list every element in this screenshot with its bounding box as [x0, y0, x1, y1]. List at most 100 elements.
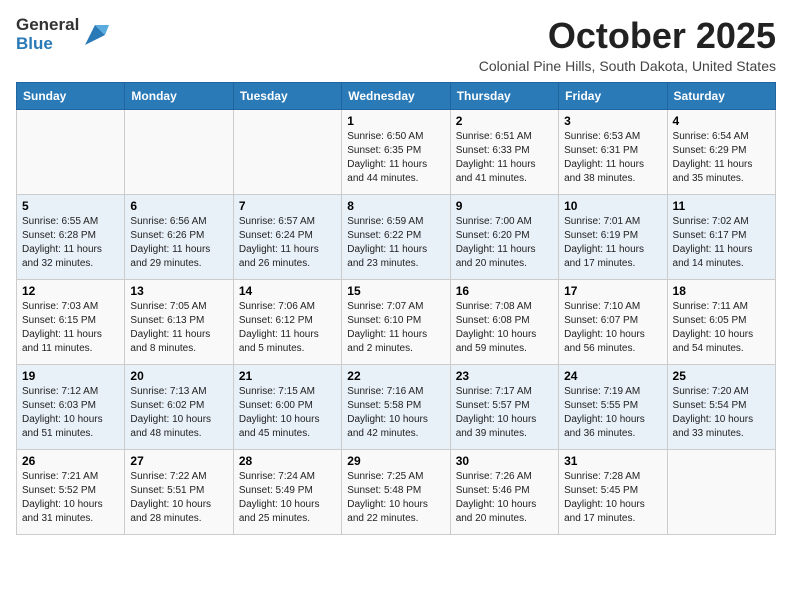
day-info: Sunrise: 6:56 AM Sunset: 6:26 PM Dayligh… — [130, 215, 227, 271]
calendar-cell: 19 Sunrise: 7:12 AM Sunset: 6:03 PM Dayli… — [17, 364, 125, 449]
calendar-cell: 1 Sunrise: 6:50 AM Sunset: 6:35 PM Daylig… — [342, 109, 450, 194]
calendar-cell: 16 Sunrise: 7:08 AM Sunset: 6:08 PM Dayli… — [450, 279, 558, 364]
day-number: 9 — [456, 199, 553, 213]
day-number: 27 — [130, 454, 227, 468]
calendar-cell: 13Sunrise: 7:05 AM Sunset: 6:13 PM Dayli… — [125, 279, 233, 364]
day-number: 16 — [456, 284, 553, 298]
day-number: 19 — [22, 369, 119, 383]
day-info: Sunrise: 6:54 AM Sunset: 6:29 PM Dayligh… — [673, 130, 770, 186]
calendar-cell: 24 Sunrise: 7:19 AM Sunset: 5:55 PM Dayli… — [559, 364, 667, 449]
calendar-cell: 23 Sunrise: 7:17 AM Sunset: 5:57 PM Dayli… — [450, 364, 558, 449]
calendar-week-4: 19 Sunrise: 7:12 AM Sunset: 6:03 PM Dayli… — [17, 364, 776, 449]
calendar-week-3: 12 Sunrise: 7:03 AM Sunset: 6:15 PM Dayli… — [17, 279, 776, 364]
day-info: Sunrise: 7:25 AM Sunset: 5:48 PM Dayligh… — [347, 470, 444, 526]
day-info: Sunrise: 6:57 AM Sunset: 6:24 PM Dayligh… — [239, 215, 336, 271]
weekday-header-row: SundayMondayTuesdayWednesdayThursdayFrid… — [17, 82, 776, 109]
day-number: 20 — [130, 369, 227, 383]
page-header: General Blue October 2025 Colonial Pine … — [16, 16, 776, 74]
day-info: Sunrise: 7:13 AM Sunset: 6:02 PM Dayligh… — [130, 385, 227, 441]
day-number: 10 — [564, 199, 661, 213]
day-number: 24 — [564, 369, 661, 383]
day-number: 21 — [239, 369, 336, 383]
calendar-cell: 26 Sunrise: 7:21 AM Sunset: 5:52 PM Dayli… — [17, 449, 125, 534]
calendar-week-5: 26 Sunrise: 7:21 AM Sunset: 5:52 PM Dayli… — [17, 449, 776, 534]
day-number: 1 — [347, 114, 444, 128]
day-info: Sunrise: 7:12 AM Sunset: 6:03 PM Dayligh… — [22, 385, 119, 441]
weekday-header-sunday: Sunday — [17, 82, 125, 109]
day-info: Sunrise: 7:15 AM Sunset: 6:00 PM Dayligh… — [239, 385, 336, 441]
day-info: Sunrise: 6:51 AM Sunset: 6:33 PM Dayligh… — [456, 130, 553, 186]
weekday-header-friday: Friday — [559, 82, 667, 109]
day-info: Sunrise: 7:19 AM Sunset: 5:55 PM Dayligh… — [564, 385, 661, 441]
calendar-cell: 28 Sunrise: 7:24 AM Sunset: 5:49 PM Dayli… — [233, 449, 341, 534]
day-number: 25 — [673, 369, 770, 383]
calendar-cell: 18 Sunrise: 7:11 AM Sunset: 6:05 PM Dayli… — [667, 279, 775, 364]
day-info: Sunrise: 7:02 AM Sunset: 6:17 PM Dayligh… — [673, 215, 770, 271]
day-number: 26 — [22, 454, 119, 468]
calendar-cell: 8 Sunrise: 6:59 AM Sunset: 6:22 PM Daylig… — [342, 194, 450, 279]
calendar-cell: 4Sunrise: 6:54 AM Sunset: 6:29 PM Daylig… — [667, 109, 775, 194]
weekday-header-monday: Monday — [125, 82, 233, 109]
day-number: 11 — [673, 199, 770, 213]
day-info: Sunrise: 6:53 AM Sunset: 6:31 PM Dayligh… — [564, 130, 661, 186]
logo: General Blue — [16, 16, 109, 53]
calendar-cell — [233, 109, 341, 194]
calendar-cell: 7 Sunrise: 6:57 AM Sunset: 6:24 PM Daylig… — [233, 194, 341, 279]
calendar-cell: 2 Sunrise: 6:51 AM Sunset: 6:33 PM Daylig… — [450, 109, 558, 194]
day-number: 8 — [347, 199, 444, 213]
day-info: Sunrise: 7:08 AM Sunset: 6:08 PM Dayligh… — [456, 300, 553, 356]
day-info: Sunrise: 7:28 AM Sunset: 5:45 PM Dayligh… — [564, 470, 661, 526]
calendar-cell: 15 Sunrise: 7:07 AM Sunset: 6:10 PM Dayli… — [342, 279, 450, 364]
calendar-cell: 3Sunrise: 6:53 AM Sunset: 6:31 PM Daylig… — [559, 109, 667, 194]
calendar-cell — [125, 109, 233, 194]
calendar-cell: 6 Sunrise: 6:56 AM Sunset: 6:26 PM Daylig… — [125, 194, 233, 279]
logo-general-text: General — [16, 16, 79, 35]
calendar-cell: 20 Sunrise: 7:13 AM Sunset: 6:02 PM Dayli… — [125, 364, 233, 449]
calendar-cell: 31 Sunrise: 7:28 AM Sunset: 5:45 PM Dayli… — [559, 449, 667, 534]
calendar-cell: 12 Sunrise: 7:03 AM Sunset: 6:15 PM Dayli… — [17, 279, 125, 364]
day-number: 2 — [456, 114, 553, 128]
day-number: 15 — [347, 284, 444, 298]
day-number: 7 — [239, 199, 336, 213]
day-info: Sunrise: 7:24 AM Sunset: 5:49 PM Dayligh… — [239, 470, 336, 526]
logo-icon — [81, 21, 109, 49]
page-subtitle: Colonial Pine Hills, South Dakota, Unite… — [479, 58, 776, 74]
weekday-header-saturday: Saturday — [667, 82, 775, 109]
day-number: 14 — [239, 284, 336, 298]
day-number: 28 — [239, 454, 336, 468]
day-number: 18 — [673, 284, 770, 298]
day-number: 30 — [456, 454, 553, 468]
calendar-cell — [667, 449, 775, 534]
logo-blue-text: Blue — [16, 35, 79, 54]
day-info: Sunrise: 6:50 AM Sunset: 6:35 PM Dayligh… — [347, 130, 444, 186]
day-info: Sunrise: 7:01 AM Sunset: 6:19 PM Dayligh… — [564, 215, 661, 271]
weekday-header-thursday: Thursday — [450, 82, 558, 109]
day-info: Sunrise: 7:03 AM Sunset: 6:15 PM Dayligh… — [22, 300, 119, 356]
calendar-week-2: 5Sunrise: 6:55 AM Sunset: 6:28 PM Daylig… — [17, 194, 776, 279]
day-number: 17 — [564, 284, 661, 298]
calendar-table: SundayMondayTuesdayWednesdayThursdayFrid… — [16, 82, 776, 535]
day-info: Sunrise: 6:59 AM Sunset: 6:22 PM Dayligh… — [347, 215, 444, 271]
calendar-cell: 9Sunrise: 7:00 AM Sunset: 6:20 PM Daylig… — [450, 194, 558, 279]
calendar-cell: 17Sunrise: 7:10 AM Sunset: 6:07 PM Dayli… — [559, 279, 667, 364]
day-number: 12 — [22, 284, 119, 298]
title-area: October 2025 Colonial Pine Hills, South … — [479, 16, 776, 74]
day-number: 29 — [347, 454, 444, 468]
calendar-cell: 14Sunrise: 7:06 AM Sunset: 6:12 PM Dayli… — [233, 279, 341, 364]
day-info: Sunrise: 7:11 AM Sunset: 6:05 PM Dayligh… — [673, 300, 770, 356]
day-number: 6 — [130, 199, 227, 213]
weekday-header-wednesday: Wednesday — [342, 82, 450, 109]
calendar-cell — [17, 109, 125, 194]
calendar-cell: 21 Sunrise: 7:15 AM Sunset: 6:00 PM Dayli… — [233, 364, 341, 449]
day-info: Sunrise: 7:17 AM Sunset: 5:57 PM Dayligh… — [456, 385, 553, 441]
day-info: Sunrise: 7:07 AM Sunset: 6:10 PM Dayligh… — [347, 300, 444, 356]
calendar-cell: 5Sunrise: 6:55 AM Sunset: 6:28 PM Daylig… — [17, 194, 125, 279]
day-number: 31 — [564, 454, 661, 468]
day-number: 23 — [456, 369, 553, 383]
weekday-header-tuesday: Tuesday — [233, 82, 341, 109]
calendar-cell: 30Sunrise: 7:26 AM Sunset: 5:46 PM Dayli… — [450, 449, 558, 534]
day-info: Sunrise: 7:21 AM Sunset: 5:52 PM Dayligh… — [22, 470, 119, 526]
day-info: Sunrise: 7:05 AM Sunset: 6:13 PM Dayligh… — [130, 300, 227, 356]
day-info: Sunrise: 6:55 AM Sunset: 6:28 PM Dayligh… — [22, 215, 119, 271]
calendar-week-1: 1 Sunrise: 6:50 AM Sunset: 6:35 PM Daylig… — [17, 109, 776, 194]
